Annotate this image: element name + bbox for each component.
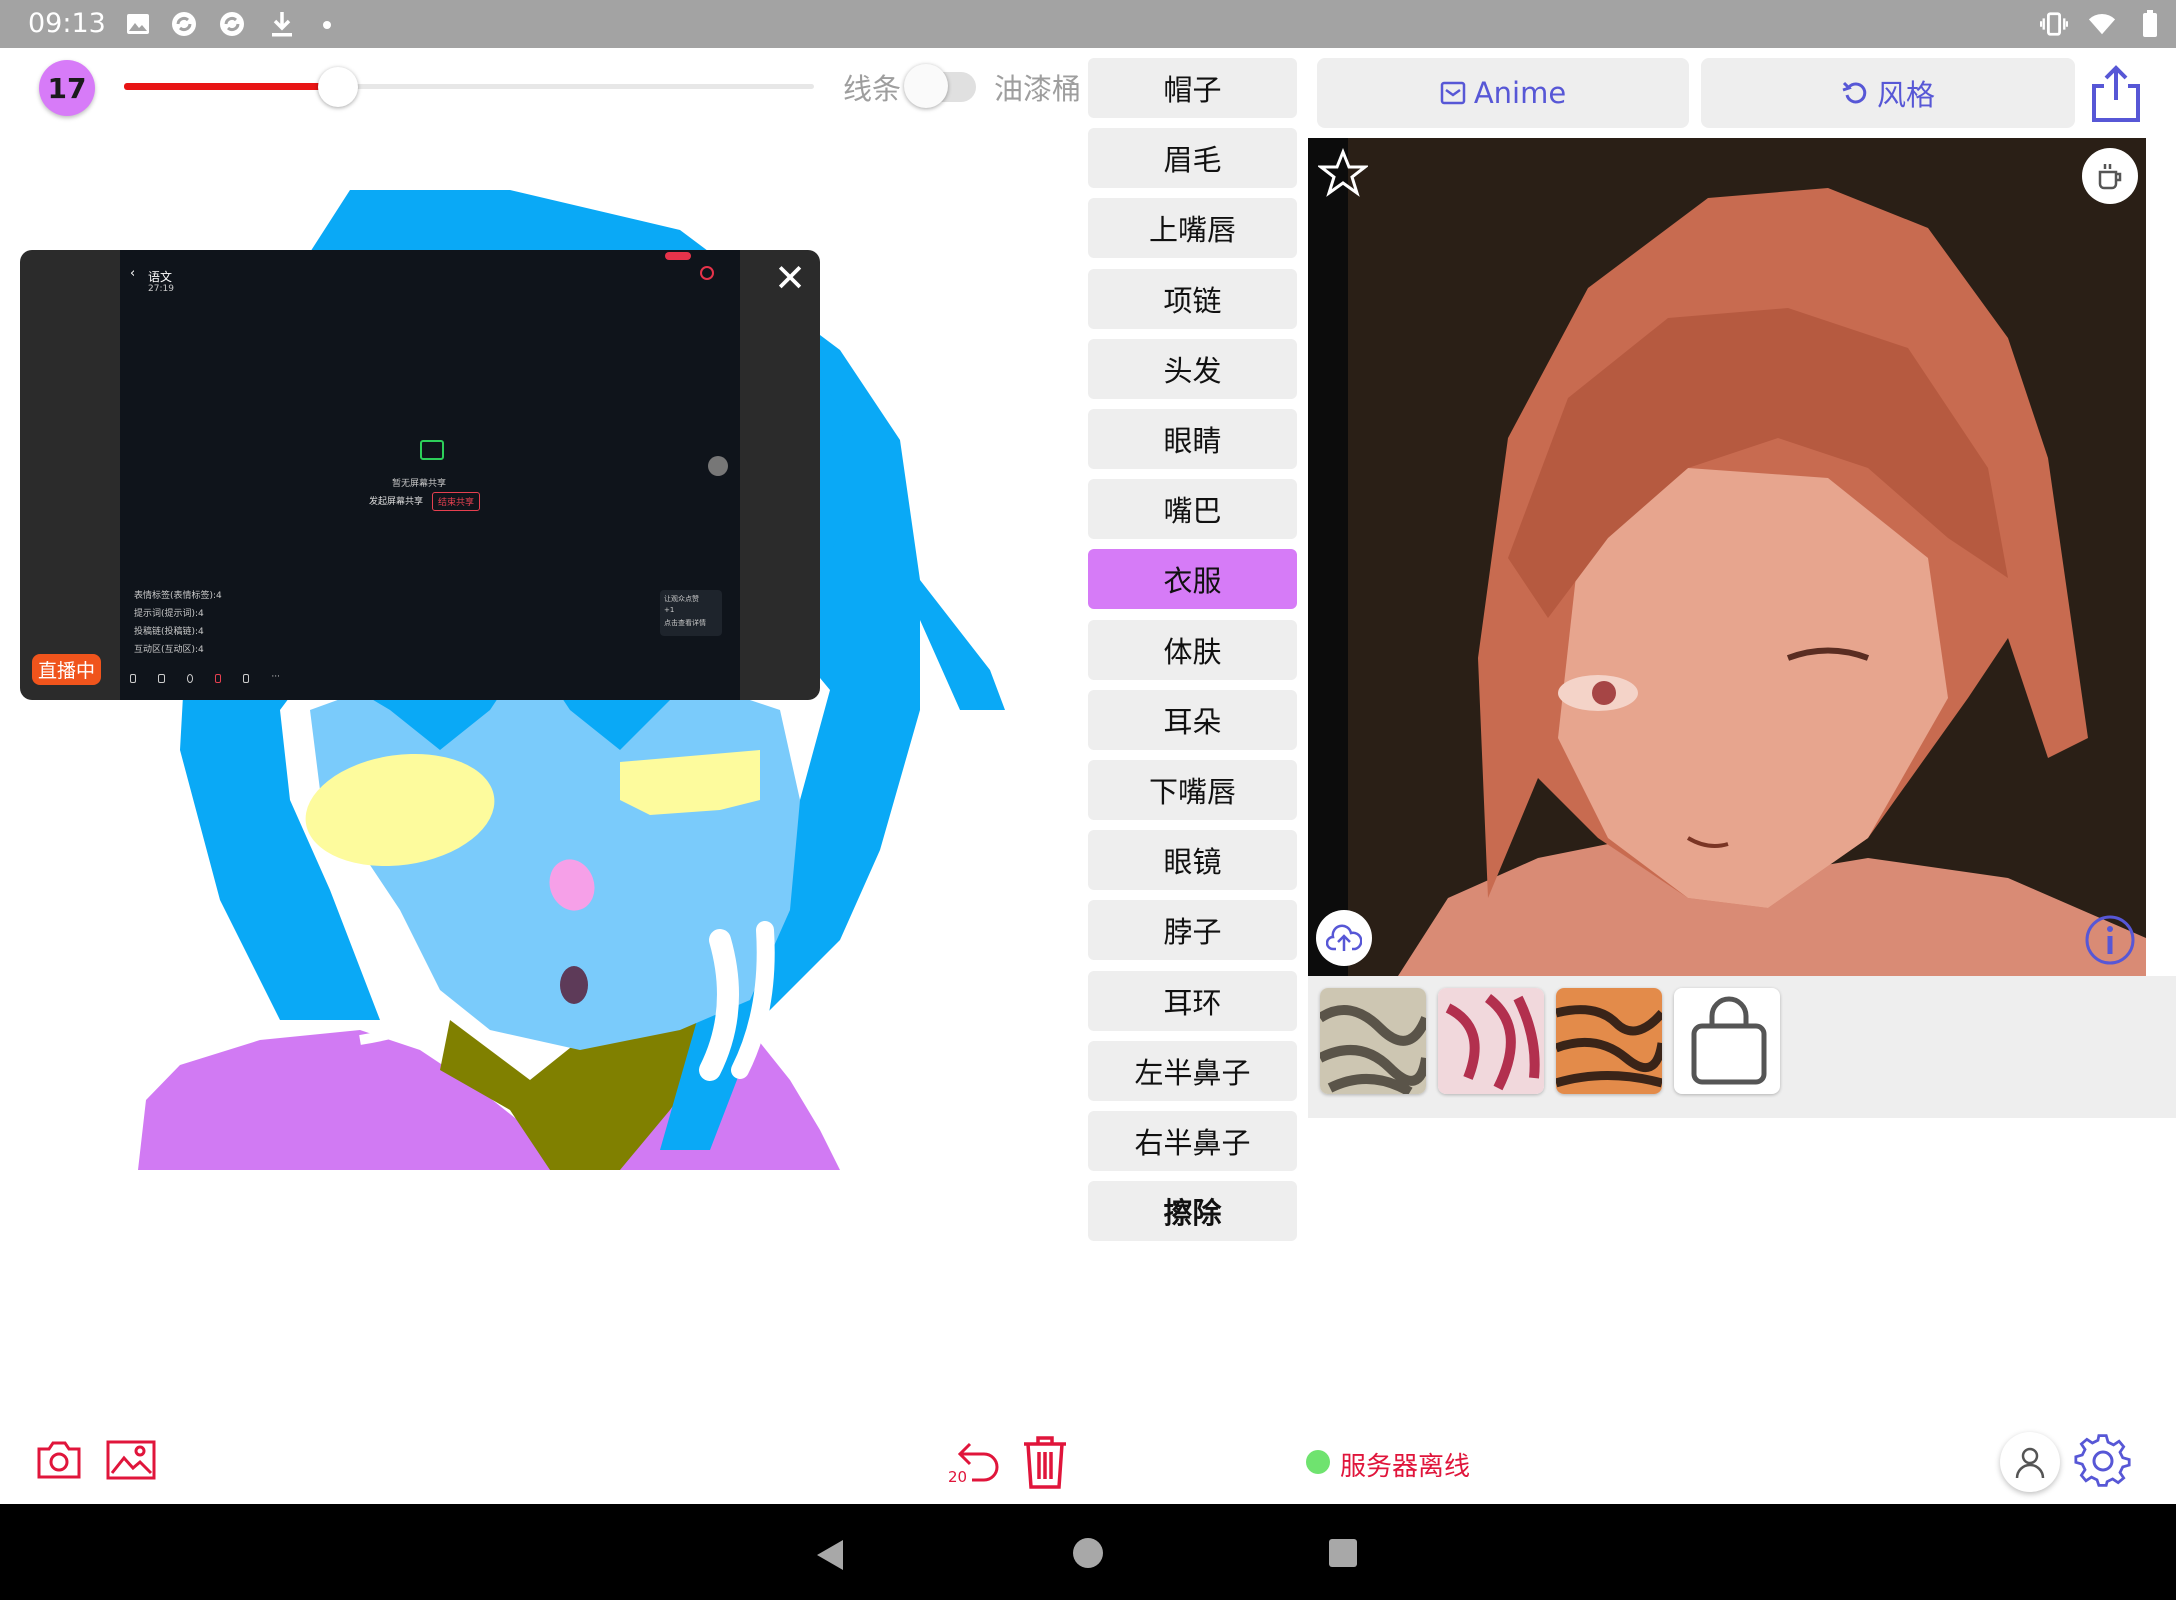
result-image[interactable] [1308, 138, 2146, 976]
dot-icon [323, 21, 331, 29]
label-button[interactable]: 上嘴唇 [1088, 198, 1297, 259]
label-button[interactable]: 眉毛 [1088, 128, 1297, 189]
overlay-header-sub: 27:19 [148, 284, 174, 294]
overlay-tool-icon[interactable] [130, 674, 137, 683]
overlay-tool-icon[interactable] [243, 674, 250, 683]
anime-button-label: Anime [1473, 76, 1567, 110]
result-image-art [1308, 138, 2146, 976]
overlay-end-share-button[interactable]: 结束共享 [432, 492, 481, 511]
undo-count: 20 [948, 1468, 968, 1486]
shopping-bag-icon [1691, 996, 1767, 1085]
server-status-dot [1306, 1450, 1330, 1474]
vibrate-icon [2040, 10, 2068, 38]
upload-cloud-icon[interactable] [1316, 910, 1372, 966]
overlay-back-icon[interactable]: ‹ [130, 266, 135, 281]
settings-gear-icon[interactable] [2074, 1432, 2132, 1490]
brush-size-slider-fill [124, 83, 338, 90]
image-icon [124, 10, 152, 38]
overlay-screen: ‹ 语文 27:19 暂无屏幕共享 发起屏幕共享 结束共享 表情标签(表情标签)… [120, 250, 740, 700]
label-button[interactable]: 眼睛 [1088, 409, 1297, 469]
label-button[interactable]: 体肤 [1088, 619, 1297, 680]
line-mode-label: 线条 [843, 72, 902, 106]
brush-size-slider-thumb[interactable] [317, 67, 358, 107]
style-thumbnail[interactable] [1556, 988, 1662, 1094]
nav-home-icon[interactable] [1073, 1538, 1103, 1568]
overlay-start-share-button[interactable]: 发起屏幕共享 [364, 492, 428, 509]
live-status-badge: 直播中 [32, 654, 102, 685]
style-thumbnail[interactable] [1320, 988, 1426, 1094]
bucket-mode-label: 油漆桶 [994, 72, 1082, 106]
label-button[interactable]: 项链 [1088, 268, 1297, 329]
label-button[interactable]: 头发 [1088, 338, 1297, 399]
checkbox-icon [1440, 81, 1466, 105]
anime-button[interactable]: Anime [1317, 58, 1689, 128]
trash-icon[interactable] [1020, 1434, 1070, 1490]
overlay-power-icon[interactable] [700, 266, 714, 280]
nav-recents-icon[interactable] [1329, 1539, 1357, 1567]
refresh-icon [1842, 81, 1867, 104]
erase-button[interactable]: 擦除 [1088, 1181, 1297, 1242]
sync-icon [170, 10, 198, 38]
label-button[interactable]: 脖子 [1088, 900, 1297, 961]
sync-icon [218, 10, 246, 38]
status-time: 09:13 [28, 8, 106, 39]
info-icon[interactable] [2084, 914, 2136, 966]
nav-back-icon[interactable] [815, 1538, 845, 1576]
overlay-floating-dot[interactable] [708, 456, 728, 476]
overlay-tool-icon[interactable] [214, 674, 222, 683]
overlay-record-indicator [665, 252, 691, 260]
overlay-side-card-line: +1 [664, 606, 675, 614]
label-button[interactable]: 左半鼻子 [1088, 1040, 1297, 1101]
overlay-side-card-line: 点击查看详情 [664, 619, 706, 627]
user-profile-button[interactable] [2000, 1432, 2060, 1492]
battery-icon [2136, 10, 2164, 38]
overlay-center-text: 暂无屏幕共享 [392, 479, 447, 489]
label-button[interactable]: 帽子 [1088, 58, 1297, 118]
overlay-header-title: 语文 [148, 270, 173, 284]
overlay-list-item: 投稿链(投稿链):4 [134, 627, 204, 637]
overlay-list-item: 提示词(提示词):4 [134, 609, 204, 619]
label-button[interactable]: 眼镜 [1088, 830, 1297, 891]
system-navigation-bar [0, 1504, 2176, 1600]
overlay-list-item: 表情标签(表情标签):4 [134, 591, 222, 601]
style-thumbnail-strip [1308, 976, 2176, 1118]
overlay-side-card[interactable]: 让观众点赞 +1 点击查看详情 [660, 590, 722, 636]
screen-share-icon [420, 440, 444, 460]
share-icon[interactable] [2090, 64, 2142, 124]
brush-size-badge[interactable]: 17 [39, 60, 95, 116]
label-button[interactable]: 耳环 [1088, 970, 1297, 1031]
label-button[interactable]: 衣服 [1088, 549, 1297, 610]
overlay-tool-icon[interactable] [158, 674, 165, 683]
label-button[interactable]: 右半鼻子 [1088, 1111, 1297, 1171]
user-icon [2015, 1447, 2045, 1479]
style-button[interactable]: 风格 [1701, 58, 2075, 128]
camera-icon[interactable] [36, 1440, 82, 1480]
style-thumbnail[interactable] [1438, 988, 1544, 1094]
overlay-side-card-line: 让观众点赞 [664, 595, 699, 603]
shop-bag-button[interactable] [1674, 988, 1780, 1094]
label-button[interactable]: 耳朵 [1088, 689, 1297, 750]
gallery-icon[interactable] [106, 1440, 156, 1480]
server-status-text: 服务器离线 [1340, 1452, 1471, 1482]
download-icon [268, 10, 296, 38]
label-button[interactable]: 下嘴唇 [1088, 760, 1297, 820]
overlay-more-icon[interactable]: ··· [271, 673, 280, 683]
live-overlay-window[interactable]: ‹ 语文 27:19 暂无屏幕共享 发起屏幕共享 结束共享 表情标签(表情标签)… [20, 250, 820, 700]
wifi-icon [2088, 10, 2116, 38]
overlay-list-item: 互动区(互动区):4 [134, 645, 204, 655]
label-button[interactable]: 嘴巴 [1088, 479, 1297, 540]
status-bar: 09:13 [0, 0, 2176, 48]
overlay-close-icon[interactable]: ✕ [772, 259, 808, 297]
overlay-tool-icon[interactable] [186, 674, 193, 683]
mode-toggle-thumb[interactable] [904, 64, 948, 108]
app-root: 09:13 17 线条 油漆桶 ‹ 语文 27:19 暂无屏幕共享 发起屏幕共享… [0, 0, 2176, 1600]
overlay-bottom-toolbar: ··· [130, 673, 280, 688]
coffee-icon[interactable] [2082, 148, 2138, 204]
style-button-label: 风格 [1876, 78, 1935, 112]
favorite-star-icon[interactable] [1316, 147, 1370, 198]
